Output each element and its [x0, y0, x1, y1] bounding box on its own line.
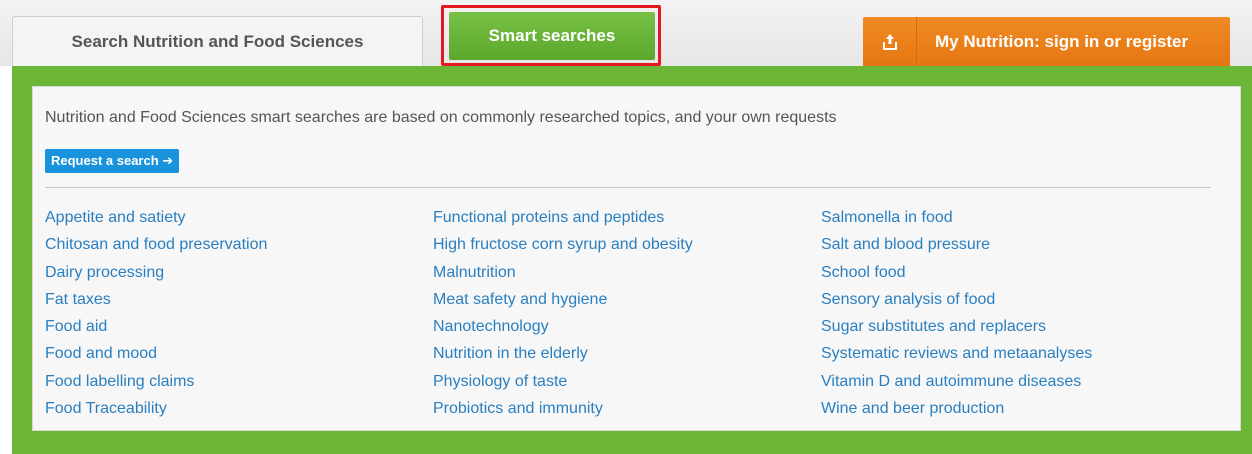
topic-link[interactable]: Malnutrition — [433, 264, 821, 291]
tab-my-nutrition[interactable]: My Nutrition: sign in or register — [863, 17, 1230, 66]
topic-column-1: Appetite and satiety Chitosan and food p… — [45, 209, 433, 427]
my-nutrition-label: My Nutrition: sign in or register — [935, 31, 1189, 51]
tab-smart-label: Smart searches — [488, 26, 616, 45]
smart-searches-panel: Nutrition and Food Sciences smart search… — [12, 66, 1252, 454]
topic-link[interactable]: Salt and blood pressure — [821, 236, 1209, 263]
tab-search-nutrition[interactable]: Search Nutrition and Food Sciences — [12, 16, 423, 66]
topic-link[interactable]: Systematic reviews and metaanalyses — [821, 345, 1209, 372]
topic-link[interactable]: Wine and beer production — [821, 400, 1209, 427]
topic-link[interactable]: Chitosan and food preservation — [45, 236, 433, 263]
topic-link[interactable]: Fat taxes — [45, 291, 433, 318]
topic-link[interactable]: Dairy processing — [45, 264, 433, 291]
request-search-button[interactable]: Request a search ➔ — [45, 149, 180, 173]
topic-link[interactable]: School food — [821, 264, 1209, 291]
upload-icon — [863, 17, 917, 66]
topic-link[interactable]: Physiology of taste — [433, 373, 821, 400]
topic-link[interactable]: Probiotics and immunity — [433, 400, 821, 427]
topic-link[interactable]: High fructose corn syrup and obesity — [433, 236, 821, 263]
divider — [45, 187, 1211, 188]
topic-link[interactable]: Nutrition in the elderly — [433, 345, 821, 372]
topic-link[interactable]: Sensory analysis of food — [821, 291, 1209, 318]
topic-link[interactable]: Food aid — [45, 318, 433, 345]
tab-search-label: Search Nutrition and Food Sciences — [71, 31, 364, 51]
tab-smart-searches[interactable]: Smart searches — [449, 12, 655, 60]
content-box: Nutrition and Food Sciences smart search… — [32, 86, 1241, 431]
intro-text: Nutrition and Food Sciences smart search… — [45, 109, 837, 126]
topic-link[interactable]: Sugar substitutes and replacers — [821, 318, 1209, 345]
topic-link[interactable]: Food and mood — [45, 345, 433, 372]
topic-link[interactable]: Meat safety and hygiene — [433, 291, 821, 318]
topic-link[interactable]: Food labelling claims — [45, 373, 433, 400]
topic-column-2: Functional proteins and peptides High fr… — [433, 209, 821, 427]
topics-grid: Appetite and satiety Chitosan and food p… — [45, 209, 1225, 427]
tabs-bar: Search Nutrition and Food Sciences Smart… — [0, 0, 1252, 66]
topic-column-3: Salmonella in food Salt and blood pressu… — [821, 209, 1209, 427]
topic-link[interactable]: Food Traceability — [45, 400, 433, 427]
topic-link[interactable]: Nanotechnology — [433, 318, 821, 345]
topic-link[interactable]: Appetite and satiety — [45, 209, 433, 236]
topic-link[interactable]: Vitamin D and autoimmune diseases — [821, 373, 1209, 400]
topic-link[interactable]: Functional proteins and peptides — [433, 209, 821, 236]
topic-link[interactable]: Salmonella in food — [821, 209, 1209, 236]
